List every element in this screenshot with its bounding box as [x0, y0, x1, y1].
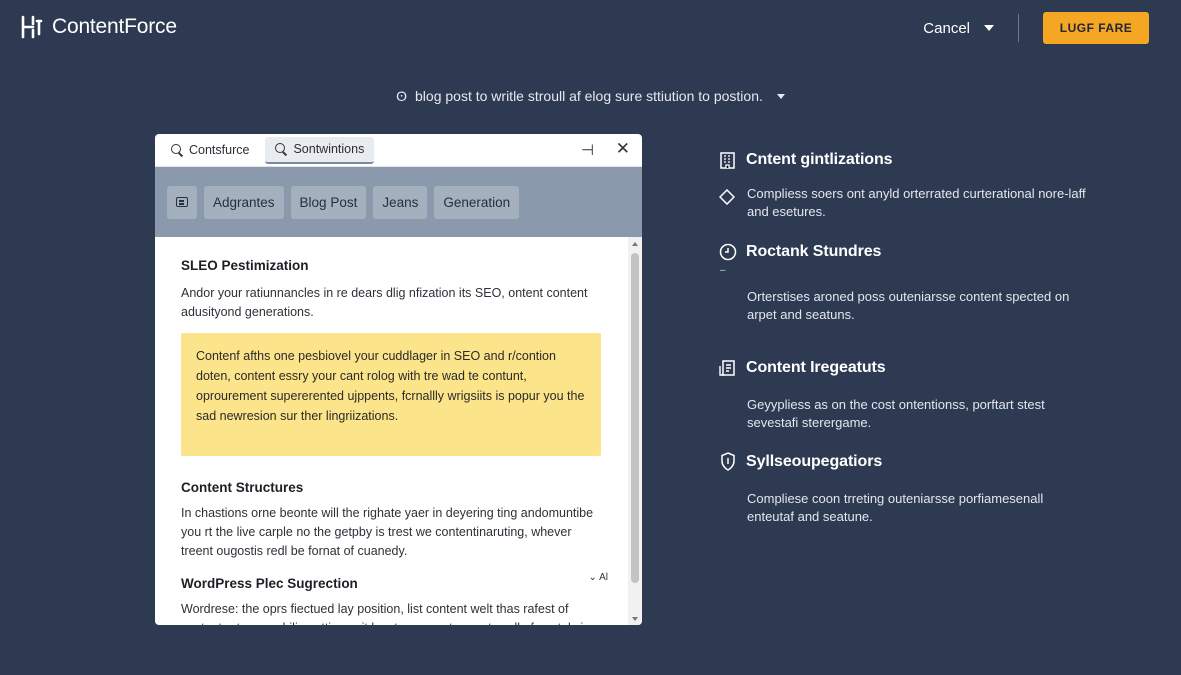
building-icon: [718, 150, 737, 169]
pin-icon[interactable]: ⊣: [581, 141, 594, 159]
chevron-down-icon: [984, 25, 994, 31]
diamond-icon: [719, 189, 735, 205]
section-title: WordPress Plec Sugrection: [181, 576, 358, 591]
section-text: Andor your ratiunnancles in re dears dli…: [181, 286, 588, 319]
close-icon[interactable]: ✕: [616, 139, 630, 159]
expand-all-toggle[interactable]: ⌄ Al: [589, 572, 609, 583]
app-logo[interactable]: ContentForce: [20, 14, 177, 40]
feature-title: Cntent gintlizations: [746, 150, 893, 168]
tab-sontwintions[interactable]: Sontwintions: [265, 136, 375, 164]
panel-content: SLEO Pestimization Andor your ratiunnanc…: [155, 237, 628, 625]
feature-desc: Orterstises aroned poss outeniarsse cont…: [747, 289, 1070, 322]
chip-generation[interactable]: Generation: [434, 185, 520, 219]
section-title: SLEO Pestimization: [181, 258, 309, 273]
panel-tab-bar: Contsfurce Sontwintions ⊣ ✕: [155, 134, 642, 167]
feature-item: Cntent gintlizations Compliess soers ont…: [718, 150, 1098, 221]
app-name: ContentForce: [52, 15, 177, 38]
tab-label: Sontwintions: [293, 142, 365, 156]
scroll-thumb[interactable]: [631, 253, 639, 583]
chip-adgrantes[interactable]: Adgrantes: [204, 185, 284, 219]
scroll-up-arrow[interactable]: [632, 242, 638, 246]
cancel-button[interactable]: Cancel: [923, 20, 994, 37]
document-icon: [718, 358, 737, 377]
prompt-text: blog post to writle stroull af elog sure…: [415, 88, 763, 104]
feature-dash: –: [720, 265, 726, 276]
search-icon: [171, 144, 183, 156]
feature-title: Roctank Stundres: [746, 242, 882, 260]
scroll-down-arrow[interactable]: [632, 617, 638, 621]
tab-contsfurce[interactable]: Contsfurce: [161, 137, 259, 164]
feature-title: Content Iregeatuts: [746, 358, 886, 376]
feature-desc: Compliess soers ont anyld orterrated cur…: [747, 186, 1086, 219]
chip-jeans[interactable]: Jeans: [373, 185, 428, 219]
logo-icon: [21, 15, 43, 39]
feature-desc: Compliese coon trreting outeniarsse porf…: [747, 491, 1044, 524]
feature-item: Roctank Stundres – Orterstises aroned po…: [718, 242, 1098, 324]
content-panel: Contsfurce Sontwintions ⊣ ✕ Adgrantes Bl…: [155, 134, 642, 625]
feature-desc: Geyypliess as on the cost ontentionss, p…: [747, 397, 1045, 430]
prompt-icon: ʘ: [396, 88, 408, 104]
feature-item: Syllseoupegatiors Compliese coon trretin…: [718, 452, 1098, 526]
primary-action-button[interactable]: LUGF FARE: [1043, 12, 1149, 44]
header-actions: Cancel LUGF FARE: [923, 12, 1149, 44]
feature-item: Content Iregeatuts Geyypliess as on the …: [718, 358, 1098, 432]
header-divider: [1018, 14, 1019, 42]
scrollbar[interactable]: [628, 237, 642, 625]
tab-label: Contsfurce: [189, 143, 250, 157]
highlight-box: Contenf afths one pesbiovel your cuddlag…: [181, 333, 601, 456]
shield-icon: [718, 452, 737, 471]
chevron-down-icon: [776, 93, 785, 99]
toolbar-menu-button[interactable]: [167, 185, 197, 219]
prompt-select[interactable]: ʘ blog post to writle stroull af elog su…: [0, 88, 1181, 104]
clock-icon: [718, 242, 737, 261]
section-text: In chastions orne beonte will the righat…: [181, 506, 594, 558]
section-title: Content Structures: [181, 480, 304, 495]
section-text: Wordrese: the oprs fiectued lay position…: [181, 602, 590, 625]
feature-title: Syllseoupegatiors: [746, 452, 883, 470]
search-icon: [275, 143, 287, 155]
menu-icon: [176, 197, 188, 207]
cancel-label: Cancel: [923, 19, 970, 37]
panel-toolbar: Adgrantes Blog Post Jeans Generation: [155, 167, 642, 237]
chip-blog-post[interactable]: Blog Post: [290, 185, 367, 219]
